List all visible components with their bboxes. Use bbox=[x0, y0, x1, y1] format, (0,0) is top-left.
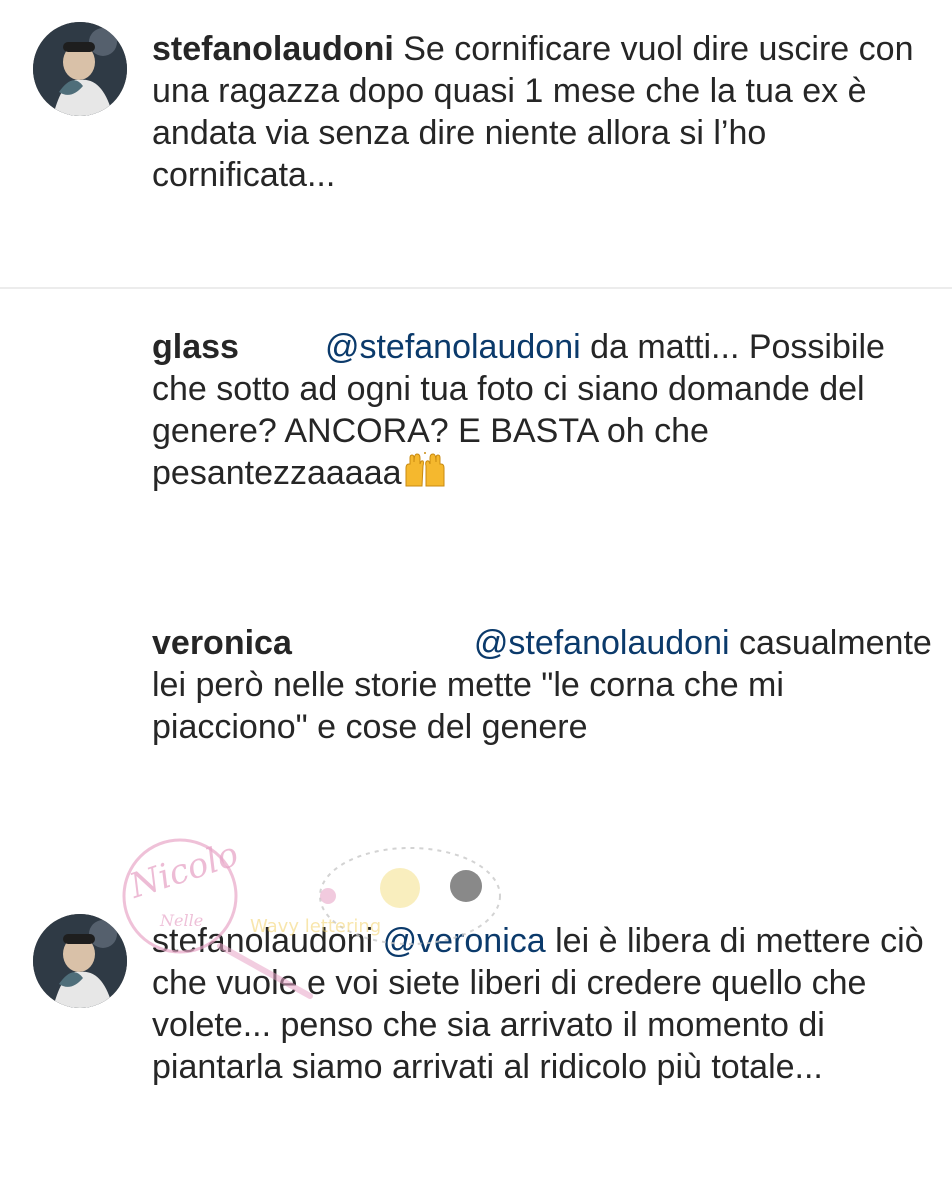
comment-text: veronica @stefanolaudoni casualmente lei … bbox=[152, 622, 932, 748]
avatar[interactable] bbox=[33, 914, 127, 1008]
comment-username[interactable]: stefanolaudoni bbox=[152, 30, 394, 68]
comment-text: stefanolaudoni @veronica lei è libera di… bbox=[152, 920, 932, 1088]
comment-username[interactable]: stefanolaudoni bbox=[152, 922, 373, 960]
comment-username[interactable]: veronica bbox=[152, 624, 292, 662]
svg-text:Nicolo: Nicolo bbox=[124, 836, 243, 907]
raising-hands-emoji-icon bbox=[402, 448, 448, 498]
divider bbox=[0, 287, 952, 289]
comment-username[interactable]: glass bbox=[152, 328, 239, 366]
avatar[interactable] bbox=[33, 22, 127, 116]
comment-mention[interactable]: @veronica bbox=[383, 922, 546, 960]
comment-text: glass @stefanolaudoni da matti... Possibi… bbox=[152, 326, 932, 498]
comment-mention[interactable]: @stefanolaudoni bbox=[325, 328, 581, 366]
profile-photo-icon bbox=[33, 22, 127, 116]
comment-text: stefanolaudoni Se cornificare vuol dire … bbox=[152, 28, 932, 196]
comment-mention[interactable]: @stefanolaudoni bbox=[474, 624, 730, 662]
profile-photo-icon bbox=[33, 914, 127, 1008]
